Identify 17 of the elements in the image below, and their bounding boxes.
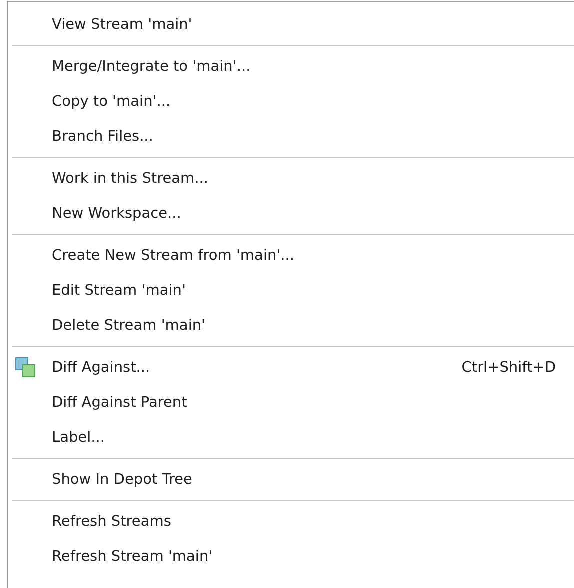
menu-item[interactable]: Diff Against... Ctrl+Shift+D (8, 350, 574, 385)
menu-item[interactable]: Copy to 'main'... (8, 84, 574, 119)
menu-item[interactable]: Edit Stream 'main' (8, 273, 574, 308)
menu-item[interactable]: New Workspace... (8, 196, 574, 231)
menu-item[interactable]: Diff Against Parent (8, 385, 574, 420)
shortcut-label: Ctrl+Shift+D (462, 360, 556, 376)
menu-item[interactable]: Branch Files... (8, 119, 574, 154)
menu-item[interactable]: Merge/Integrate to 'main'... (8, 49, 574, 84)
menu-item[interactable]: Label... (8, 420, 574, 455)
menu-item[interactable]: View Stream 'main' (8, 7, 574, 42)
menu-item[interactable]: Show In Depot Tree (8, 462, 574, 497)
menu-item[interactable]: Refresh Stream 'main' (8, 539, 574, 574)
menu-item[interactable]: Refresh Streams (8, 504, 574, 539)
menu-item[interactable]: Delete Stream 'main' (8, 308, 574, 343)
overlapping-squares-icon (15, 357, 37, 379)
menu-item[interactable]: Work in this Stream... (8, 161, 574, 196)
menu-item[interactable]: Create New Stream from 'main'... (8, 238, 574, 273)
